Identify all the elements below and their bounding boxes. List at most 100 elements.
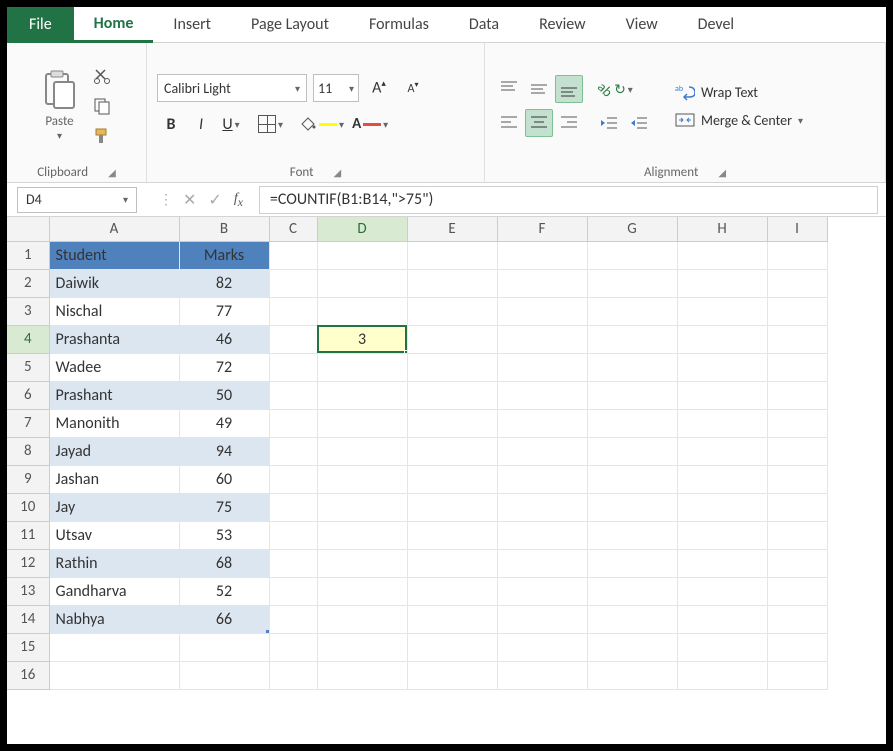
cell-D5[interactable]	[317, 353, 407, 381]
cell-I1[interactable]	[767, 241, 827, 269]
cell-D1[interactable]	[317, 241, 407, 269]
cell-E2[interactable]	[407, 269, 497, 297]
cell-D8[interactable]	[317, 437, 407, 465]
align-left-button[interactable]	[495, 109, 523, 137]
enter-formula-button[interactable]: ✓	[208, 190, 221, 210]
grow-font-button[interactable]: A▴	[365, 74, 393, 102]
cell-H14[interactable]	[677, 605, 767, 633]
cancel-formula-button[interactable]: ✕	[183, 190, 196, 210]
row-header-12[interactable]: 12	[7, 549, 49, 577]
cell-I5[interactable]	[767, 353, 827, 381]
format-painter-button[interactable]	[89, 123, 115, 149]
column-header-G[interactable]: G	[587, 217, 677, 241]
cell-A2[interactable]: Daiwik	[49, 269, 179, 297]
cell-G2[interactable]	[587, 269, 677, 297]
cell-C16[interactable]	[269, 661, 317, 689]
cell-I12[interactable]	[767, 549, 827, 577]
cell-D2[interactable]	[317, 269, 407, 297]
wrap-text-button[interactable]: ab Wrap Text	[669, 80, 809, 104]
column-header-E[interactable]: E	[407, 217, 497, 241]
cell-A16[interactable]	[49, 661, 179, 689]
cell-C2[interactable]	[269, 269, 317, 297]
cell-A15[interactable]	[49, 633, 179, 661]
align-right-button[interactable]	[555, 109, 583, 137]
cell-B6[interactable]: 50	[179, 381, 269, 409]
select-all-corner[interactable]	[7, 217, 49, 241]
cell-C6[interactable]	[269, 381, 317, 409]
cell-F14[interactable]	[497, 605, 587, 633]
cell-D16[interactable]	[317, 661, 407, 689]
cell-B7[interactable]: 49	[179, 409, 269, 437]
underline-button[interactable]: U▾	[217, 110, 245, 138]
row-header-15[interactable]: 15	[7, 633, 49, 661]
cell-G9[interactable]	[587, 465, 677, 493]
cell-H6[interactable]	[677, 381, 767, 409]
cell-I2[interactable]	[767, 269, 827, 297]
row-header-11[interactable]: 11	[7, 521, 49, 549]
cell-A13[interactable]: Gandharva	[49, 577, 179, 605]
row-header-5[interactable]: 5	[7, 353, 49, 381]
cell-I8[interactable]	[767, 437, 827, 465]
tab-view[interactable]: View	[606, 7, 678, 43]
cell-E6[interactable]	[407, 381, 497, 409]
cell-A4[interactable]: Prashanta	[49, 325, 179, 353]
cell-I9[interactable]	[767, 465, 827, 493]
cell-B16[interactable]	[179, 661, 269, 689]
row-header-1[interactable]: 1	[7, 241, 49, 269]
cell-F4[interactable]	[497, 325, 587, 353]
cell-G3[interactable]	[587, 297, 677, 325]
cell-I10[interactable]	[767, 493, 827, 521]
cell-I16[interactable]	[767, 661, 827, 689]
cell-F13[interactable]	[497, 577, 587, 605]
cell-D13[interactable]	[317, 577, 407, 605]
cell-H16[interactable]	[677, 661, 767, 689]
cut-button[interactable]	[89, 63, 115, 89]
cell-A7[interactable]: Manonith	[49, 409, 179, 437]
cell-F16[interactable]	[497, 661, 587, 689]
cell-C7[interactable]	[269, 409, 317, 437]
cell-F2[interactable]	[497, 269, 587, 297]
cell-G14[interactable]	[587, 605, 677, 633]
bold-button[interactable]: B	[157, 110, 185, 138]
cell-F12[interactable]	[497, 549, 587, 577]
cell-B14[interactable]: 66	[179, 605, 269, 633]
cell-C11[interactable]	[269, 521, 317, 549]
cell-B10[interactable]: 75	[179, 493, 269, 521]
cell-D10[interactable]	[317, 493, 407, 521]
cell-F15[interactable]	[497, 633, 587, 661]
cell-B8[interactable]: 94	[179, 437, 269, 465]
cell-G7[interactable]	[587, 409, 677, 437]
italic-button[interactable]: I	[187, 110, 215, 138]
cell-E10[interactable]	[407, 493, 497, 521]
cell-I4[interactable]	[767, 325, 827, 353]
tab-review[interactable]: Review	[519, 7, 606, 43]
cell-C1[interactable]	[269, 241, 317, 269]
cell-H10[interactable]	[677, 493, 767, 521]
cell-D3[interactable]	[317, 297, 407, 325]
name-box[interactable]: D4 ▾	[17, 187, 137, 213]
cell-C14[interactable]	[269, 605, 317, 633]
cell-B13[interactable]: 52	[179, 577, 269, 605]
copy-button[interactable]	[89, 93, 115, 119]
row-header-8[interactable]: 8	[7, 437, 49, 465]
decrease-indent-button[interactable]	[595, 109, 623, 137]
cell-H5[interactable]	[677, 353, 767, 381]
cell-I3[interactable]	[767, 297, 827, 325]
column-header-D[interactable]: D	[317, 217, 407, 241]
cell-E3[interactable]	[407, 297, 497, 325]
fx-icon[interactable]: fx	[234, 191, 243, 209]
cell-A12[interactable]: Rathin	[49, 549, 179, 577]
tab-formulas[interactable]: Formulas	[349, 7, 449, 43]
borders-button[interactable]: ▾	[255, 110, 286, 138]
cell-G4[interactable]	[587, 325, 677, 353]
row-header-4[interactable]: 4	[7, 325, 49, 353]
row-header-13[interactable]: 13	[7, 577, 49, 605]
cell-H1[interactable]	[677, 241, 767, 269]
cell-D7[interactable]	[317, 409, 407, 437]
cell-C15[interactable]	[269, 633, 317, 661]
cell-F7[interactable]	[497, 409, 587, 437]
formula-input[interactable]: =COUNTIF(B1:B14,">75")	[259, 186, 878, 214]
column-header-A[interactable]: A	[49, 217, 179, 241]
fill-color-button[interactable]: ▾	[296, 110, 347, 138]
clipboard-launcher-icon[interactable]: ◢	[108, 166, 116, 179]
